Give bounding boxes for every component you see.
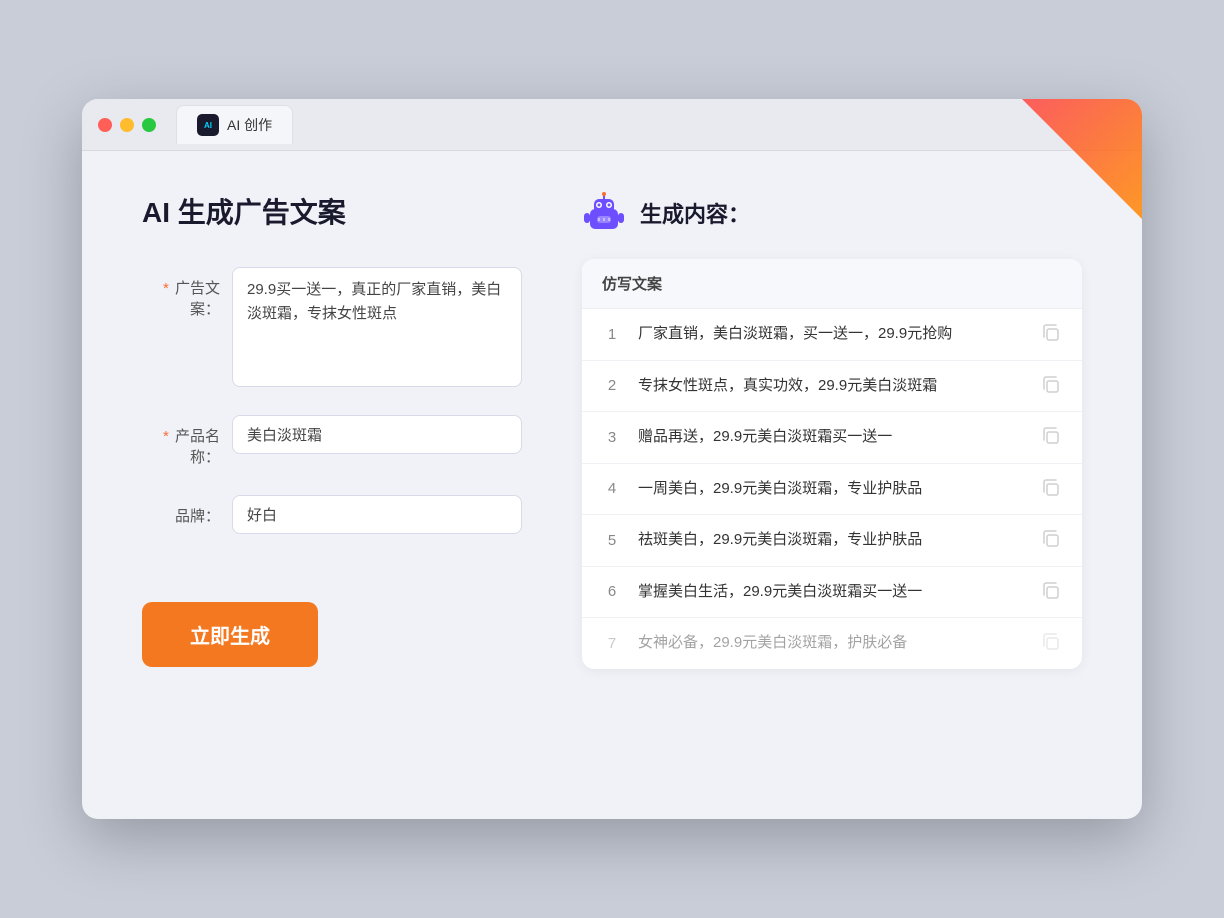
brand-label: 品牌： bbox=[142, 495, 232, 526]
ad-copy-input[interactable]: 29.9买一送一，真正的厂家直销，美白淡斑霜，专抹女性斑点 bbox=[232, 267, 522, 387]
result-text-3: 赠品再送，29.9元美白淡斑霜买一送一 bbox=[638, 426, 1026, 449]
result-title: 生成内容： bbox=[640, 197, 750, 229]
result-text-4: 一周美白，29.9元美白淡斑霜，专业护肤品 bbox=[638, 478, 1026, 501]
result-num-6: 6 bbox=[602, 583, 622, 600]
product-name-input[interactable] bbox=[232, 415, 522, 454]
result-num-4: 4 bbox=[602, 480, 622, 497]
copy-icon-6[interactable] bbox=[1042, 582, 1062, 602]
copy-icon-1[interactable] bbox=[1042, 324, 1062, 344]
result-text-1: 厂家直销，美白淡斑霜，买一送一，29.9元抢购 bbox=[638, 323, 1026, 346]
copy-icon-4[interactable] bbox=[1042, 479, 1062, 499]
result-text-2: 专抹女性斑点，真实功效，29.9元美白淡斑霜 bbox=[638, 375, 1026, 398]
result-num-1: 1 bbox=[602, 326, 622, 343]
maximize-button[interactable] bbox=[142, 118, 156, 132]
close-button[interactable] bbox=[98, 118, 112, 132]
result-num-2: 2 bbox=[602, 377, 622, 394]
required-star-2: * bbox=[163, 428, 169, 445]
result-item: 6 掌握美白生活，29.9元美白淡斑霜买一送一 bbox=[582, 567, 1082, 619]
titlebar: AI 创作 bbox=[82, 99, 1142, 151]
ai-tab-icon bbox=[197, 114, 219, 136]
minimize-button[interactable] bbox=[120, 118, 134, 132]
result-card: 仿写文案 1 厂家直销，美白淡斑霜，买一送一，29.9元抢购 2 专抹女性斑点，… bbox=[582, 259, 1082, 669]
page-title: AI 生成广告文案 bbox=[142, 191, 522, 231]
ai-tab[interactable]: AI 创作 bbox=[176, 105, 293, 144]
browser-window: AI 创作 AI 生成广告文案 * 广告文案： 29.9买一送一，真正的厂家直销… bbox=[82, 99, 1142, 819]
generate-button[interactable]: 立即生成 bbox=[142, 602, 318, 667]
tab-label: AI 创作 bbox=[227, 115, 272, 135]
copy-icon-7[interactable] bbox=[1042, 633, 1062, 653]
result-header: 生成内容： bbox=[582, 191, 1082, 235]
result-text-7: 女神必备，29.9元美白淡斑霜，护肤必备 bbox=[638, 632, 1026, 655]
left-panel: AI 生成广告文案 * 广告文案： 29.9买一送一，真正的厂家直销，美白淡斑霜… bbox=[142, 191, 522, 779]
main-content: AI 生成广告文案 * 广告文案： 29.9买一送一，真正的厂家直销，美白淡斑霜… bbox=[82, 151, 1142, 819]
ad-copy-label: * 广告文案： bbox=[142, 267, 232, 319]
result-num-5: 5 bbox=[602, 532, 622, 549]
product-name-label: * 产品名称： bbox=[142, 415, 232, 467]
ad-copy-row: * 广告文案： 29.9买一送一，真正的厂家直销，美白淡斑霜，专抹女性斑点 bbox=[142, 267, 522, 387]
required-star-1: * bbox=[163, 280, 169, 297]
right-panel: 生成内容： 仿写文案 1 厂家直销，美白淡斑霜，买一送一，29.9元抢购 bbox=[582, 191, 1082, 779]
traffic-lights bbox=[98, 118, 156, 132]
result-item: 5 祛斑美白，29.9元美白淡斑霜，专业护肤品 bbox=[582, 515, 1082, 567]
product-name-row: * 产品名称： bbox=[142, 415, 522, 467]
copy-icon-3[interactable] bbox=[1042, 427, 1062, 447]
copy-icon-5[interactable] bbox=[1042, 530, 1062, 550]
brand-input[interactable] bbox=[232, 495, 522, 534]
result-text-5: 祛斑美白，29.9元美白淡斑霜，专业护肤品 bbox=[638, 529, 1026, 552]
result-text-6: 掌握美白生活，29.9元美白淡斑霜买一送一 bbox=[638, 581, 1026, 604]
result-item: 1 厂家直销，美白淡斑霜，买一送一，29.9元抢购 bbox=[582, 309, 1082, 361]
result-item-faded: 7 女神必备，29.9元美白淡斑霜，护肤必备 bbox=[582, 618, 1082, 669]
result-col-header: 仿写文案 bbox=[582, 259, 1082, 309]
robot-icon bbox=[582, 191, 626, 235]
copy-icon-2[interactable] bbox=[1042, 376, 1062, 396]
result-num-3: 3 bbox=[602, 429, 622, 446]
brand-row: 品牌： bbox=[142, 495, 522, 534]
result-item: 3 赠品再送，29.9元美白淡斑霜买一送一 bbox=[582, 412, 1082, 464]
result-item: 2 专抹女性斑点，真实功效，29.9元美白淡斑霜 bbox=[582, 361, 1082, 413]
result-item: 4 一周美白，29.9元美白淡斑霜，专业护肤品 bbox=[582, 464, 1082, 516]
result-num-7: 7 bbox=[602, 635, 622, 652]
